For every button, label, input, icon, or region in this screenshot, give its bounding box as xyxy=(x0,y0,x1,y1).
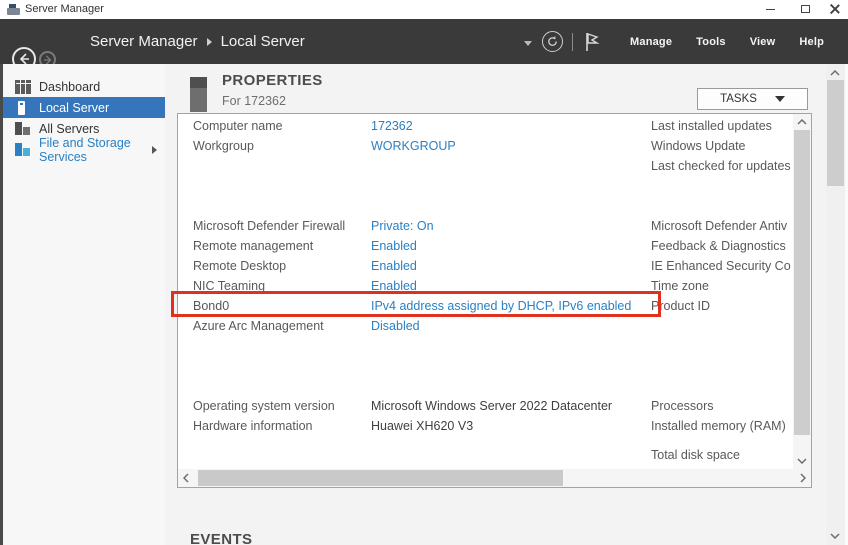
menu-help[interactable]: Help xyxy=(787,36,836,48)
scrollbar-thumb[interactable] xyxy=(827,80,844,186)
property-label: Remote Desktop xyxy=(193,259,365,273)
property-label: Computer name xyxy=(193,119,365,133)
property-label: Operating system version xyxy=(193,399,365,413)
navbar: Server Manager Local Server Manage Tools xyxy=(0,19,848,64)
titlebar: Server Manager xyxy=(0,0,848,19)
annotation-highlight-box xyxy=(171,291,661,317)
breadcrumb-separator-icon xyxy=(207,38,212,46)
property-label: Last checked for updates xyxy=(651,159,791,177)
property-value: Huawei XH620 V3 xyxy=(371,419,671,433)
property-label: Windows Update xyxy=(651,139,791,157)
scroll-down-icon[interactable] xyxy=(827,528,843,544)
close-button[interactable] xyxy=(820,0,848,18)
sidebar-item-label: All Servers xyxy=(39,122,99,136)
panel-horizontal-scrollbar[interactable] xyxy=(178,469,811,487)
dashboard-icon xyxy=(15,80,31,94)
properties-subheading: For 172362 xyxy=(222,94,286,108)
properties-heading: PROPERTIES xyxy=(222,72,323,89)
property-label: Total disk space xyxy=(651,448,791,466)
scroll-left-icon[interactable] xyxy=(178,470,194,486)
notifications-button[interactable] xyxy=(584,32,600,52)
breadcrumb-current: Local Server xyxy=(221,33,305,50)
property-label: Workgroup xyxy=(193,139,365,153)
property-label: Time zone xyxy=(651,279,791,297)
property-label: Feedback & Diagnostics xyxy=(651,239,791,257)
close-icon xyxy=(830,4,840,14)
property-value-link[interactable]: Disabled xyxy=(371,319,671,333)
property-label: Product ID xyxy=(651,299,791,317)
property-value-link[interactable]: WORKGROUP xyxy=(371,139,671,153)
tasks-button-label: TASKS xyxy=(720,93,757,105)
property-label: Microsoft Defender Firewall xyxy=(193,219,365,233)
properties-panel: Computer name 172362 Workgroup WORKGROUP… xyxy=(177,113,812,488)
menu-tools[interactable]: Tools xyxy=(684,36,738,48)
navbar-divider xyxy=(572,33,573,51)
property-label: Last installed updates xyxy=(651,119,791,137)
page-vertical-scrollbar[interactable] xyxy=(826,64,845,545)
server-manager-app-icon xyxy=(7,4,20,15)
tasks-button[interactable]: TASKS xyxy=(697,88,808,110)
tasks-dropdown-icon xyxy=(775,96,785,102)
refresh-icon xyxy=(546,35,559,48)
server-manager-window: Server Manager Server Manager Local Serv… xyxy=(0,0,848,545)
property-value-link[interactable]: Private: On xyxy=(371,219,671,233)
forward-arrow-icon xyxy=(43,55,53,65)
events-heading: EVENTS xyxy=(190,531,252,545)
expand-arrow-icon[interactable] xyxy=(152,146,157,154)
scroll-right-icon[interactable] xyxy=(795,470,811,486)
breadcrumb: Server Manager Local Server xyxy=(90,19,305,64)
scroll-up-icon[interactable] xyxy=(794,114,810,130)
sidebar-item-file-storage-services[interactable]: File and Storage Services xyxy=(3,139,165,160)
sidebar-item-dashboard[interactable]: Dashboard xyxy=(3,76,165,97)
properties-server-icon xyxy=(190,77,207,112)
property-label: IE Enhanced Security Con xyxy=(651,259,791,277)
scroll-up-icon[interactable] xyxy=(827,65,843,81)
sidebar-item-label: File and Storage Services xyxy=(39,136,165,164)
menu-manage[interactable]: Manage xyxy=(618,36,684,48)
scrollbar-thumb[interactable] xyxy=(198,470,563,486)
scroll-down-icon[interactable] xyxy=(794,453,810,469)
property-value-link[interactable]: Enabled xyxy=(371,259,671,273)
sidebar: Dashboard Local Server All Servers File … xyxy=(3,64,165,545)
property-value-link[interactable]: Enabled xyxy=(371,239,671,253)
sidebar-item-label: Dashboard xyxy=(39,80,100,94)
all-servers-icon xyxy=(15,122,31,136)
sidebar-item-local-server[interactable]: Local Server xyxy=(3,97,165,118)
refresh-button[interactable] xyxy=(542,31,563,52)
local-server-icon xyxy=(15,101,31,115)
panel-vertical-scrollbar[interactable] xyxy=(793,114,811,469)
property-label: Installed memory (RAM) xyxy=(651,419,791,437)
property-label: Azure Arc Management xyxy=(193,319,365,333)
property-label: Processors xyxy=(651,399,791,417)
window-title: Server Manager xyxy=(25,3,104,15)
maximize-icon xyxy=(801,5,810,13)
sidebar-item-label: Local Server xyxy=(39,101,109,115)
scrollbar-thumb[interactable] xyxy=(794,130,810,435)
property-value-link[interactable]: 172362 xyxy=(371,119,671,133)
navbar-right: Manage Tools View Help xyxy=(524,19,836,64)
menu-view[interactable]: View xyxy=(738,36,788,48)
property-label: Microsoft Defender Antiv xyxy=(651,219,791,237)
breadcrumb-root[interactable]: Server Manager xyxy=(90,33,198,50)
file-storage-services-icon xyxy=(15,143,31,157)
maximize-button[interactable] xyxy=(790,0,820,18)
refresh-dropdown-caret[interactable] xyxy=(524,41,532,46)
property-label: Remote management xyxy=(193,239,365,253)
flag-icon xyxy=(584,32,600,52)
minimize-icon xyxy=(766,9,775,10)
property-label: Hardware information xyxy=(193,419,365,433)
property-value: Microsoft Windows Server 2022 Datacenter xyxy=(371,399,671,413)
minimize-button[interactable] xyxy=(755,0,785,18)
